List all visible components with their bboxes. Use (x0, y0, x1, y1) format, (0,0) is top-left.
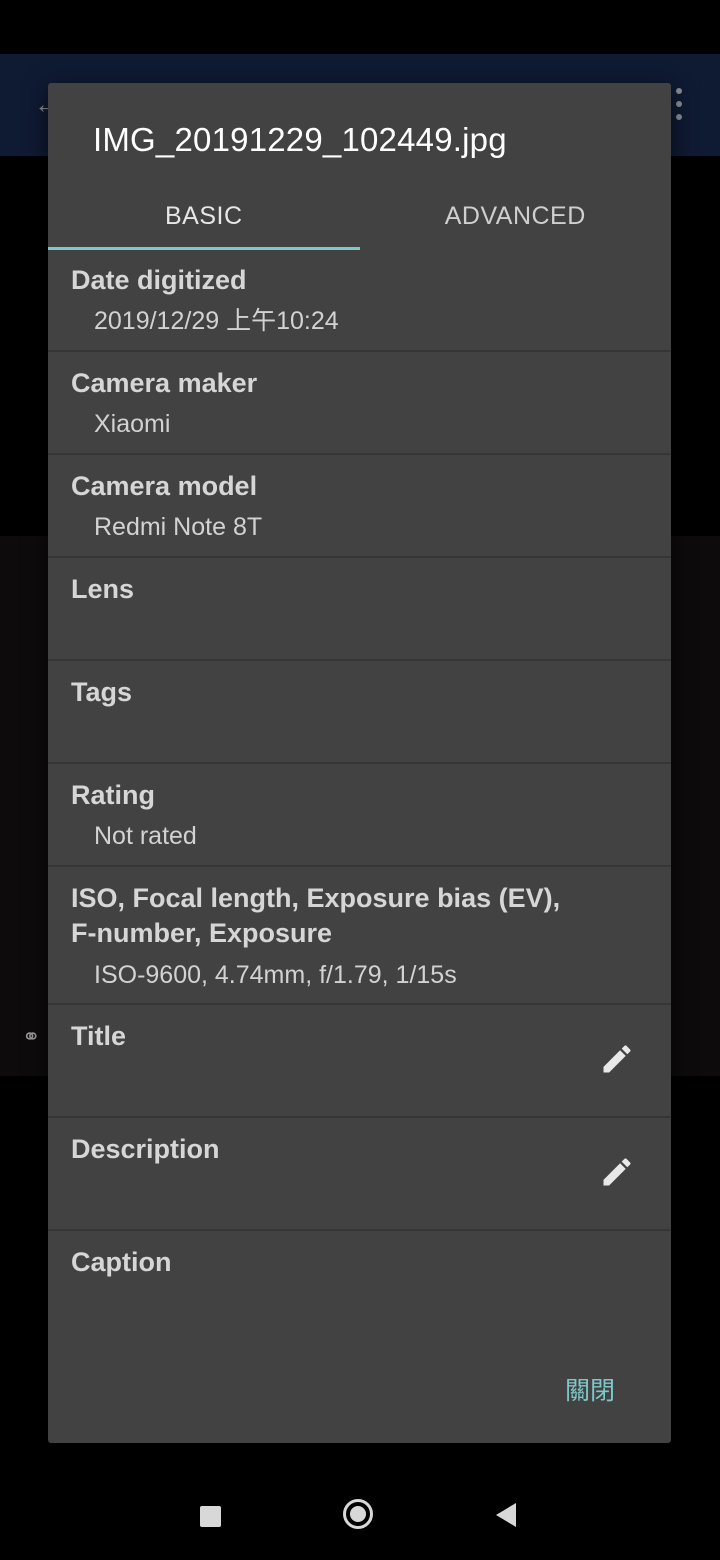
detail-row-tags: Tags (48, 661, 671, 764)
system-nav-bar (0, 1470, 720, 1560)
more-options-icon[interactable] (672, 88, 686, 120)
detail-label: ISO, Focal length, Exposure bias (EV), F… (71, 883, 561, 948)
detail-row-caption: Caption (48, 1231, 671, 1331)
detail-value: Not rated (94, 822, 197, 850)
detail-value: ISO-9600, 4.74mm, f/1.79, 1/15s (94, 961, 457, 989)
photo-details-dialog: IMG_20191229_102449.jpg BASIC ADVANCED D… (48, 83, 671, 1443)
tab-advanced[interactable]: ADVANCED (360, 183, 672, 249)
detail-value: 2019/12/29 上午10:24 (94, 307, 339, 335)
detail-value: Redmi Note 8T (94, 513, 263, 541)
lens-icon[interactable]: ⚭ (22, 1024, 48, 1050)
detail-label: Date digitized (71, 265, 247, 295)
tab-basic[interactable]: BASIC (48, 183, 360, 249)
edit-pencil-icon[interactable] (599, 1041, 635, 1077)
edit-pencil-icon[interactable] (599, 1154, 635, 1190)
detail-label: Title (71, 1021, 127, 1051)
details-list: Date digitized 2019/12/29 上午10:24 Camera… (48, 249, 671, 1331)
detail-row-date-digitized: Date digitized 2019/12/29 上午10:24 (48, 249, 671, 352)
close-button[interactable]: 關閉 (565, 1371, 615, 1407)
detail-label: Camera model (71, 471, 258, 501)
detail-row-description[interactable]: Description (48, 1118, 671, 1231)
back-icon[interactable] (496, 1503, 516, 1527)
home-icon-inner (350, 1506, 366, 1522)
tab-bar: BASIC ADVANCED (48, 183, 672, 250)
detail-row-rating: Rating Not rated (48, 764, 671, 867)
detail-row-lens: Lens (48, 558, 671, 661)
detail-label: Tags (71, 677, 133, 707)
detail-value: Xiaomi (94, 410, 171, 438)
detail-row-exposure-info: ISO, Focal length, Exposure bias (EV), F… (48, 867, 671, 1005)
detail-row-camera-maker: Camera maker Xiaomi (48, 352, 671, 455)
detail-label: Lens (71, 574, 135, 604)
recents-icon[interactable] (200, 1506, 221, 1527)
detail-row-title[interactable]: Title (48, 1005, 671, 1118)
dialog-title: IMG_20191229_102449.jpg (93, 121, 507, 158)
detail-row-camera-model: Camera model Redmi Note 8T (48, 455, 671, 558)
detail-label: Rating (71, 780, 155, 810)
detail-label: Caption (71, 1247, 172, 1277)
detail-label: Description (71, 1134, 220, 1164)
detail-label: Camera maker (71, 368, 258, 398)
